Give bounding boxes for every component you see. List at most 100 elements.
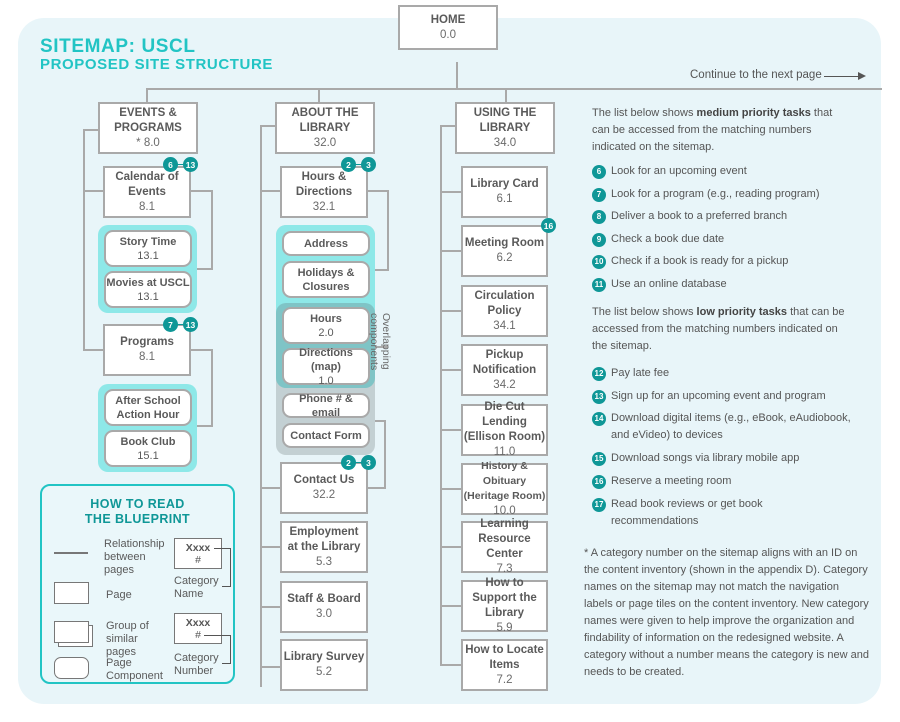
component-phone-email[interactable]: Phone # & email bbox=[282, 393, 370, 419]
component-label: Book Club bbox=[120, 435, 176, 448]
connector bbox=[318, 88, 320, 103]
component-story-time[interactable]: Story Time 13.1 bbox=[104, 230, 192, 267]
node-staff-board[interactable]: Staff & Board 3.0 bbox=[280, 581, 368, 633]
medium-intro: The list below shows medium priority tas… bbox=[592, 105, 837, 156]
task-item: 10 Check if a book is ready for a pickup bbox=[592, 253, 851, 270]
component-contact-form[interactable]: Contact Form bbox=[282, 423, 370, 448]
component-movies-at-uscl[interactable]: Movies at USCL 13.1 bbox=[104, 271, 192, 308]
task-number-badge: 11 bbox=[592, 277, 606, 292]
continue-link[interactable]: Continue to the next page bbox=[690, 69, 822, 81]
component-address[interactable]: Address bbox=[282, 231, 370, 256]
node-events-programs[interactable]: EVENTS & PROGRAMS * 8.0 bbox=[98, 102, 198, 154]
node-using-the-library[interactable]: USING THE LIBRARY 34.0 bbox=[455, 102, 555, 154]
connector bbox=[374, 269, 389, 271]
task-number-badge: 15 bbox=[592, 451, 606, 466]
node-programs[interactable]: Programs 8.1 bbox=[103, 324, 191, 376]
legend-component-shape bbox=[54, 657, 89, 679]
task-item: 17 Read book reviews or get book recommen… bbox=[592, 496, 851, 530]
task-number-badge: 17 bbox=[592, 497, 606, 512]
connector bbox=[177, 164, 184, 165]
task-number-badge: 9 bbox=[592, 232, 606, 247]
connector bbox=[440, 310, 461, 312]
intro-bold: medium priority tasks bbox=[696, 107, 811, 119]
node-number: 0.0 bbox=[440, 28, 456, 41]
connector bbox=[190, 349, 212, 351]
intro-text: The list below shows bbox=[592, 306, 697, 318]
task-number-badge: 8 bbox=[592, 209, 606, 224]
node-number: 6.2 bbox=[496, 252, 513, 264]
task-item: 8 Deliver a book to a preferred branch bbox=[592, 208, 851, 225]
task-number-badge: 12 bbox=[592, 366, 606, 381]
task-badge: 3 bbox=[361, 455, 376, 470]
node-about-the-library[interactable]: ABOUT THE LIBRARY 32.0 bbox=[275, 102, 375, 154]
node-contact-us[interactable]: Contact Us 32.2 bbox=[280, 462, 368, 514]
node-label: Pickup Notification bbox=[472, 348, 537, 376]
node-using-page[interactable]: How to Support the Library 5.9 bbox=[461, 577, 548, 634]
task-number-badge: 7 bbox=[592, 187, 606, 202]
node-label: Library Card bbox=[470, 178, 539, 190]
node-label: Employment at the Library bbox=[287, 525, 361, 553]
task-text: Check if a book is ready for a pickup bbox=[611, 255, 789, 267]
connector bbox=[440, 605, 461, 607]
sitemap-title: SITEMAP: USCL bbox=[40, 36, 196, 57]
overlapping-components-label: Overlapping components bbox=[368, 313, 392, 371]
legend-group-shape bbox=[54, 621, 89, 643]
task-text: Pay late fee bbox=[611, 367, 670, 379]
connector bbox=[368, 487, 385, 489]
node-number: 7.2 bbox=[496, 673, 513, 686]
node-using-page[interactable]: Library Card 6.1 bbox=[461, 166, 548, 218]
node-label: History & Obituary (Heritage Room) bbox=[463, 460, 546, 502]
component-label: Contact Form bbox=[290, 429, 362, 442]
node-hours-directions[interactable]: Hours & Directions 32.1 bbox=[280, 166, 368, 218]
node-number: 8.1 bbox=[139, 351, 155, 363]
node-using-page[interactable]: Pickup Notification 34.2 bbox=[461, 344, 548, 396]
component-holidays-closures[interactable]: Holidays & Closures bbox=[282, 261, 370, 298]
task-badge: 16 bbox=[541, 218, 556, 233]
node-using-page[interactable]: How to Locate Items 7.2 bbox=[461, 639, 548, 691]
connector bbox=[368, 190, 388, 192]
legend-page-shape bbox=[54, 582, 89, 604]
sitemap-subtitle: PROPOSED SITE STRUCTURE bbox=[40, 56, 273, 73]
legend-bracket bbox=[204, 635, 230, 637]
task-number-badge: 10 bbox=[592, 254, 606, 269]
node-home[interactable]: HOME 0.0 bbox=[398, 5, 498, 50]
node-number: 34.2 bbox=[493, 378, 516, 391]
connector bbox=[456, 62, 458, 88]
connector bbox=[355, 462, 362, 463]
node-employment[interactable]: Employment at the Library 5.3 bbox=[280, 521, 368, 573]
connector bbox=[355, 164, 362, 165]
node-using-page[interactable]: Circulation Policy 34.1 bbox=[461, 285, 548, 337]
task-text: Look for a program (e.g., reading progra… bbox=[611, 188, 820, 200]
connector bbox=[440, 250, 461, 252]
node-number: 32.0 bbox=[313, 136, 337, 149]
node-number: 7.3 bbox=[496, 563, 513, 575]
component-label: Movies at USCL bbox=[106, 276, 190, 289]
node-using-page[interactable]: Meeting Room 6.2 bbox=[461, 225, 548, 277]
node-calendar-of-events[interactable]: Calendar of Events 8.1 bbox=[103, 166, 191, 218]
connector bbox=[387, 190, 389, 270]
legend-bracket bbox=[214, 548, 230, 550]
connector bbox=[260, 606, 280, 608]
connector bbox=[260, 546, 280, 548]
legend-sample-name-box: Xxxx # bbox=[174, 538, 222, 569]
intro-bold: low priority tasks bbox=[696, 306, 788, 318]
component-book-club[interactable]: Book Club 15.1 bbox=[104, 430, 192, 467]
task-number-badge: 13 bbox=[592, 389, 606, 404]
task-item: 13 Sign up for an upcoming event and prog… bbox=[592, 388, 851, 405]
node-number: 32.1 bbox=[312, 200, 336, 213]
connector bbox=[177, 324, 184, 325]
component-after-school[interactable]: After School Action Hour bbox=[104, 389, 192, 426]
node-label: Programs bbox=[120, 336, 174, 348]
node-using-page[interactable]: Die Cut Lending (Ellison Room) 11.0 bbox=[461, 401, 548, 458]
connector bbox=[196, 425, 213, 427]
node-using-page[interactable]: Learning Resource Center 7.3 bbox=[461, 518, 548, 575]
legend-component-text: Page Component bbox=[106, 657, 163, 682]
component-number: 13.1 bbox=[137, 249, 159, 262]
node-number: 34.1 bbox=[493, 319, 516, 332]
legend: HOW TO READ THE BLUEPRINT Relationship b… bbox=[40, 484, 235, 684]
node-using-page[interactable]: History & Obituary (Heritage Room) 10.0 bbox=[461, 460, 548, 517]
legend-sample-num: # bbox=[195, 628, 201, 641]
connector bbox=[260, 125, 276, 127]
node-library-survey[interactable]: Library Survey 5.2 bbox=[280, 639, 368, 691]
node-label: Learning Resource Center bbox=[478, 518, 531, 560]
